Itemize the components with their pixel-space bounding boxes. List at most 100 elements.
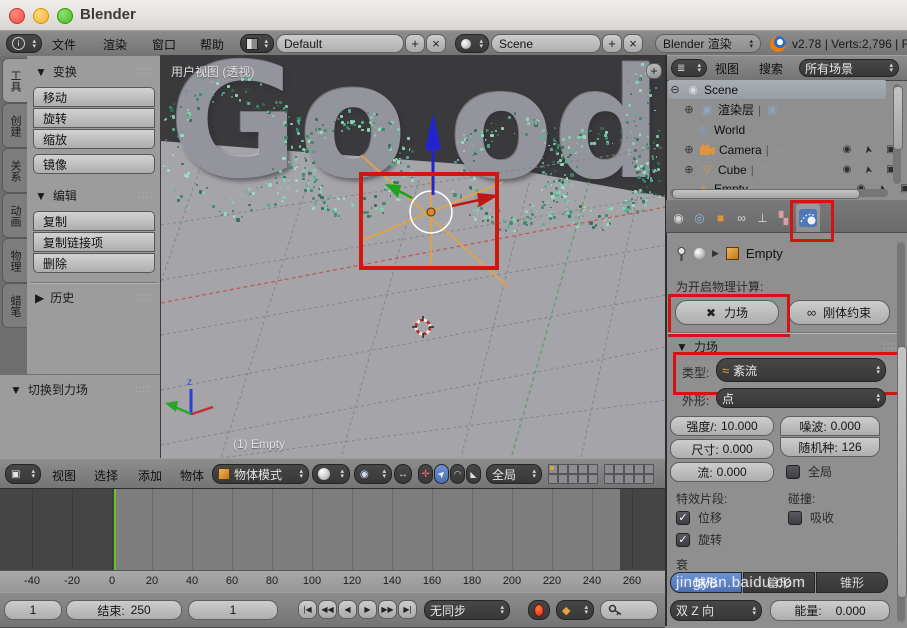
- keying-set-select[interactable]: ◆: [556, 600, 594, 620]
- orientation-select[interactable]: 全局: [486, 464, 542, 484]
- manipulator-toggle-button[interactable]: ✛: [418, 464, 433, 484]
- tab-texture[interactable]: ▚: [774, 206, 793, 230]
- rotation-checkbox-row[interactable]: ✓ 旋转: [676, 531, 722, 548]
- close-scene-button[interactable]: ×: [623, 34, 643, 53]
- location-checkbox-row[interactable]: ✓ 位移: [676, 509, 722, 526]
- transform-panel-header[interactable]: ▼ 变换 ::::: [35, 63, 153, 80]
- outliner-vscrollbar[interactable]: [893, 84, 901, 184]
- end-frame-field[interactable]: 结束: 250: [66, 600, 182, 620]
- jump-to-end-button[interactable]: ▶|: [398, 600, 417, 619]
- editor-type-selector-outliner[interactable]: ≣: [671, 59, 707, 77]
- timeline-canvas[interactable]: [0, 488, 665, 571]
- tab-object[interactable]: ■: [711, 206, 730, 230]
- manipulate-centers-button[interactable]: ↔: [394, 464, 412, 484]
- add-layout-button[interactable]: +: [405, 34, 425, 53]
- scrollbar-thumb[interactable]: [897, 346, 907, 598]
- falloff-tab-sphere[interactable]: 球形: [670, 572, 742, 593]
- panel-grip-icon[interactable]: ::::: [138, 292, 153, 303]
- pivot-select[interactable]: ◉: [354, 464, 392, 484]
- outliner-hscrollbar[interactable]: [670, 189, 888, 197]
- menu-object[interactable]: 物体: [180, 467, 204, 484]
- absorption-checkbox[interactable]: [788, 511, 802, 525]
- jump-to-start-button[interactable]: |◀: [298, 600, 317, 619]
- toolshelf-tab-physics[interactable]: 物理: [2, 238, 27, 283]
- tab-world[interactable]: ◎: [690, 206, 709, 230]
- breadcrumb-scene-icon[interactable]: [694, 248, 705, 259]
- render-engine-select[interactable]: Blender 渲染: [655, 34, 761, 53]
- add-scene-button[interactable]: +: [602, 34, 622, 53]
- seed-field[interactable]: 随机种: 126: [780, 437, 880, 457]
- absorption-checkbox-row[interactable]: 吸收: [788, 509, 834, 526]
- tab-object-data[interactable]: ⊥: [753, 206, 772, 230]
- location-checkbox[interactable]: ✓: [676, 511, 690, 525]
- z-direction-select[interactable]: 双 Z 向: [670, 600, 762, 621]
- noise-field[interactable]: 噪波: 0.000: [780, 416, 880, 436]
- toolshelf-tab-animation[interactable]: 动画: [2, 193, 27, 238]
- selectability-pointer-icon[interactable]: ➤: [862, 160, 876, 180]
- mode-select[interactable]: 物体模式: [212, 464, 309, 484]
- selectability-pointer-icon[interactable]: ➤: [862, 140, 876, 160]
- outliner-row-world[interactable]: ◎ World: [668, 120, 907, 139]
- menu-render[interactable]: 渲染: [103, 36, 127, 53]
- outliner-row-cube[interactable]: ⊕ ▽ Cube | ▽ ◉ ➤ ▣: [668, 160, 900, 179]
- current-frame-field[interactable]: 1: [188, 600, 278, 620]
- panel-grip-icon[interactable]: ::::: [135, 384, 150, 395]
- play-button[interactable]: ▶: [358, 600, 377, 619]
- rotation-checkbox[interactable]: ✓: [676, 533, 690, 547]
- visibility-eye-icon[interactable]: ◉: [838, 164, 856, 175]
- scene-icon-selector[interactable]: [455, 34, 489, 53]
- pin-icon[interactable]: [676, 247, 687, 261]
- panel-grip-icon[interactable]: ::::: [138, 190, 153, 201]
- expand-expander[interactable]: ⊕: [682, 143, 696, 156]
- falloff-tab-tube[interactable]: 管形: [743, 572, 815, 593]
- translate-manipulator-button[interactable]: ➤: [434, 464, 449, 484]
- start-frame-field[interactable]: 1: [4, 600, 62, 620]
- menu-select[interactable]: 选择: [94, 467, 118, 484]
- tab-physics[interactable]: [796, 204, 820, 232]
- renderability-camera-icon[interactable]: ▣: [896, 183, 907, 194]
- tab-scene[interactable]: ◉: [669, 206, 688, 230]
- outliner-menu-view[interactable]: 视图: [715, 60, 739, 77]
- timeline-ruler[interactable]: -40 -20 0 20 40 60 80 100 120 140 160 18…: [0, 570, 665, 593]
- timeline-playhead[interactable]: [114, 489, 116, 571]
- mirror-button[interactable]: 镜像: [33, 154, 155, 174]
- outliner-row-camera[interactable]: ⊕ Camera | ◌ ◉ ➤ ▣: [668, 140, 900, 159]
- global-checkbox[interactable]: [786, 465, 800, 479]
- screen-layout-field[interactable]: Default: [276, 34, 404, 53]
- visibility-eye-icon[interactable]: ◉: [838, 144, 856, 155]
- tab-constraints[interactable]: ∞: [732, 206, 751, 230]
- insert-keyframe-button[interactable]: [600, 600, 658, 620]
- scrollbar-thumb[interactable]: [893, 86, 903, 150]
- flow-field[interactable]: 流: 0.000: [670, 462, 774, 482]
- outliner-row-renderlayer[interactable]: ⊕ ▣ 渲染层 | ▣: [668, 100, 900, 119]
- minimize-window-button[interactable]: [33, 8, 49, 24]
- outliner-menu-search[interactable]: 搜索: [759, 60, 783, 77]
- history-panel-header[interactable]: ▶ 历史 ::::: [35, 289, 153, 306]
- outliner-filter-select[interactable]: 所有场景: [799, 59, 899, 77]
- translate-button[interactable]: 移动: [33, 87, 155, 107]
- edit-panel-header[interactable]: ▼ 编辑 ::::: [35, 187, 153, 204]
- properties-vscrollbar[interactable]: [897, 242, 905, 622]
- toolshelf-tab-create[interactable]: 创建: [2, 103, 27, 148]
- menu-view[interactable]: 视图: [52, 467, 76, 484]
- scrollbar-thumb[interactable]: [672, 189, 860, 199]
- duplicate-button[interactable]: 复制: [33, 211, 155, 231]
- force-field-button[interactable]: ✖ 力场: [675, 300, 779, 325]
- play-reverse-button[interactable]: ◀: [338, 600, 357, 619]
- outliner-row-scene[interactable]: ⊖ ◉ Scene: [668, 80, 886, 99]
- forcefield-type-select[interactable]: ≈ 紊流: [716, 358, 886, 382]
- global-checkbox-row[interactable]: 全局: [786, 463, 832, 480]
- menu-add[interactable]: 添加: [138, 467, 162, 484]
- shape-select[interactable]: 点: [716, 388, 886, 408]
- close-layout-button[interactable]: ×: [426, 34, 446, 53]
- editor-type-selector-3dview[interactable]: ▣: [5, 464, 41, 484]
- scale-manipulator-button[interactable]: ◣: [466, 464, 481, 484]
- expand-expander[interactable]: ⊕: [682, 103, 696, 116]
- forcefield-panel-header[interactable]: ▼ 力场 ::::: [676, 338, 898, 355]
- menu-file[interactable]: 文件: [52, 36, 76, 53]
- layer-grid-1[interactable]: [548, 464, 598, 484]
- prev-keyframe-button[interactable]: ◀◀: [318, 600, 337, 619]
- next-keyframe-button[interactable]: ▶▶: [378, 600, 397, 619]
- layer-grid-2[interactable]: [604, 464, 654, 484]
- rotate-manipulator-button[interactable]: ◠: [450, 464, 465, 484]
